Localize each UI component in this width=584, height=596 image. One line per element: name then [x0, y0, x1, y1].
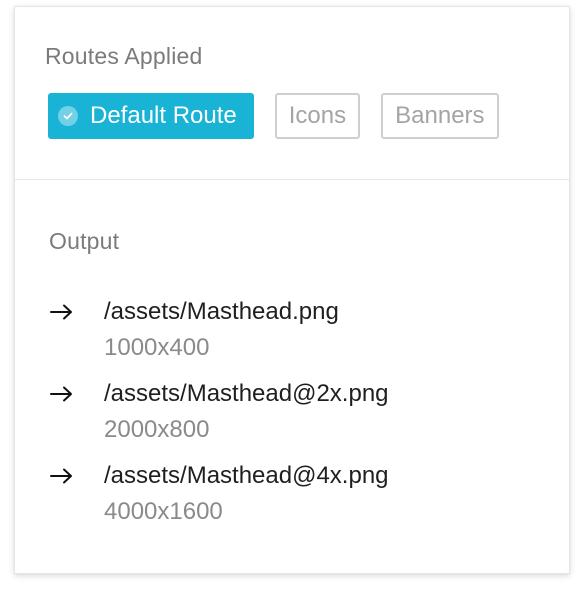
output-path: /assets/Masthead.png — [104, 298, 339, 325]
output-path: /assets/Masthead@2x.png — [104, 380, 389, 407]
output-dimensions: 1000x400 — [104, 334, 210, 361]
routes-panel: Routes Applied Default Route Icons Banne… — [14, 6, 570, 574]
arrow-right-icon — [49, 379, 104, 445]
check-circle-icon — [58, 106, 78, 126]
icons-chip[interactable]: Icons — [274, 93, 361, 139]
output-dimensions: 4000x1600 — [104, 498, 223, 525]
output-item: /assets/Masthead@4x.png 4000x1600 — [49, 461, 569, 527]
arrow-right-icon — [49, 461, 104, 527]
arrow-right-icon — [49, 297, 104, 363]
output-title: Output — [49, 228, 120, 254]
output-item: /assets/Masthead@2x.png 2000x800 — [49, 379, 569, 445]
routes-applied-title: Routes Applied — [45, 43, 203, 69]
banners-chip[interactable]: Banners — [381, 93, 499, 139]
output-dimensions: 2000x800 — [104, 416, 210, 443]
output-list: /assets/Masthead.png 1000x400 /assets/Ma… — [49, 297, 569, 527]
routes-applied-section: Routes Applied Default Route Icons Banne… — [15, 7, 569, 180]
default-route-label: Default Route — [90, 102, 237, 129]
icons-chip-label: Icons — [288, 102, 347, 129]
output-section: Output /assets/Masthead.png 1000x400 /as… — [15, 180, 569, 527]
banners-chip-label: Banners — [395, 102, 485, 129]
output-item: /assets/Masthead.png 1000x400 — [49, 297, 569, 363]
default-route-chip[interactable]: Default Route — [48, 93, 254, 139]
output-path: /assets/Masthead@4x.png — [104, 462, 389, 489]
route-chips: Default Route Icons Banners — [45, 93, 569, 139]
